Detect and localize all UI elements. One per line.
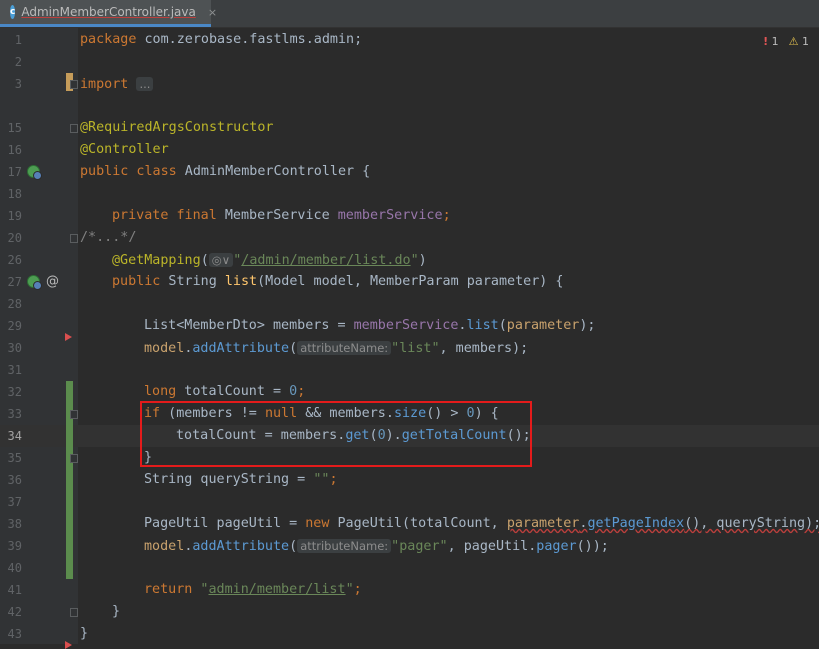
code-line: 3 import ... xyxy=(0,73,819,95)
code-line: 41 return "admin/member/list"; xyxy=(7,582,362,597)
folded-imports[interactable]: ... xyxy=(136,77,154,91)
code-line: 16 @Controller xyxy=(7,142,169,157)
code-line: 1 package com.zerobase.fastlms.admin; xyxy=(14,32,363,47)
code-line: 2 xyxy=(14,55,22,69)
fold-toggle-icon[interactable] xyxy=(70,608,78,617)
code-line: 38 PageUtil pageUtil = new PageUtil(tota… xyxy=(7,516,819,531)
code-line: 36 String queryString = ""; xyxy=(7,472,338,487)
fold-toggle-icon[interactable] xyxy=(70,234,78,243)
code-line: 18 xyxy=(7,187,22,201)
endpoint-icon: ◎∨ xyxy=(208,253,234,267)
code-line: 28 xyxy=(7,297,22,311)
code-editor[interactable]: 1 package com.zerobase.fastlms.admin; 2 … xyxy=(0,28,819,649)
debug-marker-icon[interactable] xyxy=(65,333,72,341)
parameter-hint: attributeName: xyxy=(297,341,392,355)
code-line: 20 /*...*/ xyxy=(7,230,137,245)
request-mapping-icon[interactable]: @ xyxy=(46,271,59,293)
code-line: 17 public class AdminMemberController { xyxy=(7,164,371,179)
spring-bean-icon[interactable] xyxy=(27,165,42,180)
code-line: 19 private final MemberService memberSer… xyxy=(7,208,451,223)
highlight-box xyxy=(140,401,532,467)
debug-marker-icon[interactable] xyxy=(65,641,72,649)
code-line: 26 @GetMapping(◎∨ "/admin/member/list.do"… xyxy=(7,253,427,268)
code-line: 37 xyxy=(7,495,22,509)
code-line: 40 xyxy=(7,561,22,575)
java-class-icon: c xyxy=(10,5,16,19)
code-line: 15 @RequiredArgsConstructor xyxy=(7,120,274,135)
parameter-hint: attributeName: xyxy=(297,539,392,553)
tab-filename: AdminMemberController.java xyxy=(21,5,196,19)
code-line: 43 } xyxy=(7,626,89,641)
fold-toggle-icon[interactable] xyxy=(70,124,78,133)
code-line: 42 } xyxy=(7,604,121,619)
code-line: 31 xyxy=(7,363,22,377)
code-line: 39 model.addAttribute(attributeName: "pag… xyxy=(7,539,609,554)
code-line: 27 public String list(Model model, Membe… xyxy=(7,274,564,289)
fold-toggle-icon[interactable] xyxy=(70,80,78,89)
close-tab-icon[interactable]: × xyxy=(208,6,217,19)
fold-toggle-icon[interactable] xyxy=(70,454,78,463)
code-line: 32 long totalCount = 0; xyxy=(7,384,306,399)
editor-tab-bar: c AdminMemberController.java × xyxy=(0,0,819,28)
spring-bean-icon[interactable] xyxy=(27,275,42,290)
fold-toggle-icon[interactable] xyxy=(70,410,78,419)
tab-admin-member-controller[interactable]: c AdminMemberController.java × xyxy=(0,0,217,27)
code-line: 30 model.addAttribute(attributeName: "lis… xyxy=(7,341,529,356)
code-line: 29 List<MemberDto> members = memberServi… xyxy=(7,318,596,333)
